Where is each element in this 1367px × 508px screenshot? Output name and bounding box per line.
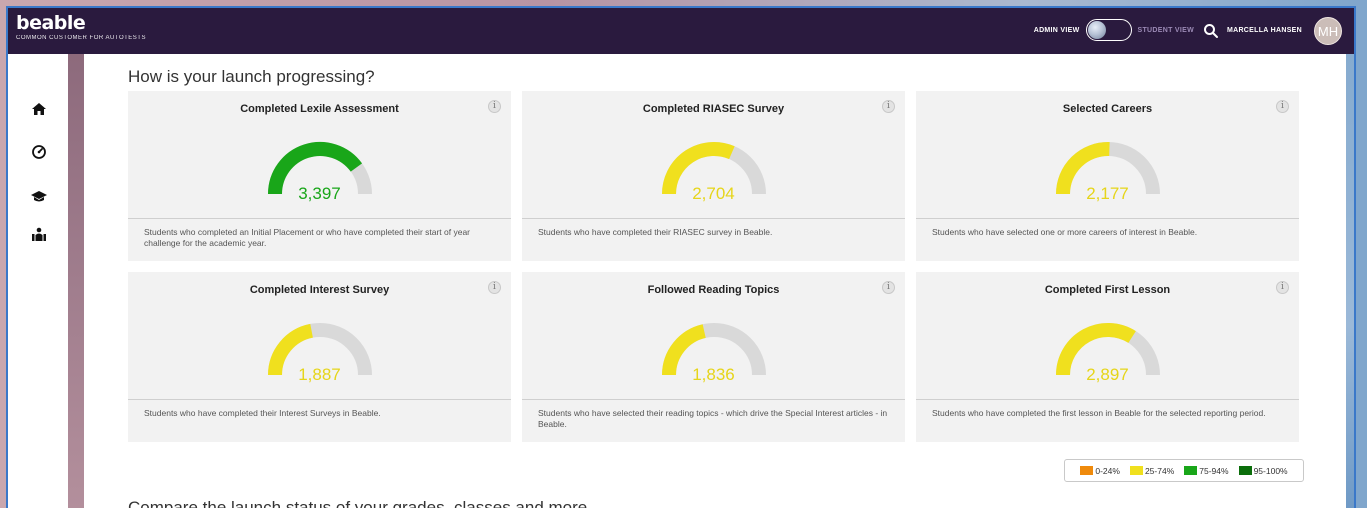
legend-label: 95-100% <box>1253 465 1288 476</box>
legend-label: 0-24% <box>1095 465 1120 476</box>
info-icon[interactable]: i <box>882 281 895 294</box>
card-title: Completed First Lesson <box>1044 284 1171 296</box>
legend-swatch <box>1184 466 1198 475</box>
info-icon[interactable]: i <box>1276 281 1289 294</box>
view-switch: ADMIN VIEW STUDENT VIEW <box>1034 19 1194 41</box>
card-description: Students who have selected one or more c… <box>932 227 1198 237</box>
gauge-value: 2,704 <box>692 184 735 203</box>
card-divider <box>522 218 905 219</box>
graduation-cap-icon[interactable] <box>31 188 47 204</box>
compare-section-title: Compare the launch status of your grades… <box>128 498 588 508</box>
card-description: Students who have completed the first le… <box>932 408 1266 418</box>
info-icon[interactable]: i <box>1276 100 1289 113</box>
card-description: Students who have completed their RIASEC… <box>538 227 773 237</box>
card-description: Students who completed an Initial Placem… <box>144 227 471 248</box>
reports-people-icon[interactable] <box>31 226 47 242</box>
card-divider <box>916 399 1299 400</box>
legend-label: 75-94% <box>1199 465 1229 476</box>
metric-card: Followed Reading Topics i 1,836 Students wh… <box>522 272 905 442</box>
metric-card: Completed Interest Survey i 1,887 Students … <box>128 272 511 442</box>
main-content: How is your launch progressing? Complete… <box>84 54 1346 508</box>
legend-label: 25-74% <box>1144 465 1175 476</box>
gauge-value: 1,887 <box>298 365 341 384</box>
view-toggle[interactable] <box>1085 19 1132 41</box>
card-divider <box>916 218 1299 219</box>
legend-item: 25-74% <box>1129 465 1175 476</box>
card-description: Students who have completed their Intere… <box>144 408 381 418</box>
customer-name: COMMON CUSTOMER FOR AUTOTESTS <box>16 35 146 41</box>
side-nav <box>8 54 68 508</box>
left-background-strip <box>68 54 84 508</box>
card-title: Completed Interest Survey <box>249 284 390 296</box>
gauge-legend: 0-24% 25-74% 75-94% 95-100% <box>1064 459 1304 482</box>
metric-card: Selected Careers i 2,177 Students who have … <box>916 91 1299 261</box>
card-description: Students who have selected their reading… <box>538 408 888 429</box>
page-title: How is your launch progressing? <box>128 67 375 86</box>
info-icon[interactable]: i <box>882 100 895 113</box>
info-icon[interactable]: i <box>488 100 501 113</box>
gauge-value: 1,836 <box>692 365 735 384</box>
legend-swatch <box>1129 466 1143 475</box>
dashboard-gauge-icon[interactable] <box>31 144 47 160</box>
card-title: Followed Reading Topics <box>647 284 780 296</box>
card-title: Completed RIASEC Survey <box>642 103 785 115</box>
legend-swatch <box>1080 466 1094 475</box>
toggle-knob <box>1087 21 1106 39</box>
legend-item: 95-100% <box>1238 465 1288 476</box>
gauge-value: 3,397 <box>298 184 341 203</box>
card-divider <box>522 399 905 400</box>
avatar[interactable]: MH <box>1314 17 1342 45</box>
student-view-label: STUDENT VIEW <box>1137 26 1194 34</box>
gauge-value: 2,897 <box>1086 365 1129 384</box>
card-title: Selected Careers <box>1062 103 1153 115</box>
search-icon[interactable] <box>1203 23 1219 39</box>
metric-card: Completed RIASEC Survey i 2,704 Students wh… <box>522 91 905 261</box>
app-window: beable COMMON CUSTOMER FOR AUTOTESTS ADM… <box>6 6 1356 508</box>
admin-view-label: ADMIN VIEW <box>1033 26 1080 34</box>
card-divider <box>128 218 511 219</box>
card-title: Completed Lexile Assessment <box>240 103 399 115</box>
card-divider <box>128 399 511 400</box>
legend-item: 75-94% <box>1184 465 1229 476</box>
gauge-value: 2,177 <box>1086 184 1129 203</box>
info-icon[interactable]: i <box>488 281 501 294</box>
home-icon[interactable] <box>31 101 47 117</box>
right-background-strip <box>1346 54 1354 508</box>
top-header: beable COMMON CUSTOMER FOR AUTOTESTS ADM… <box>8 8 1354 54</box>
metric-card: Completed First Lesson i 2,897 Students who… <box>916 272 1299 442</box>
legend-item: 0-24% <box>1080 466 1120 476</box>
user-name[interactable]: MARCELLA HANSEN <box>1227 27 1302 34</box>
logo-wordmark: beable <box>16 12 86 34</box>
legend-swatch <box>1238 466 1252 475</box>
metric-card: Completed Lexile Assessment i 3,397 Student… <box>128 91 511 261</box>
logo[interactable]: beable COMMON CUSTOMER FOR AUTOTESTS <box>16 12 146 42</box>
